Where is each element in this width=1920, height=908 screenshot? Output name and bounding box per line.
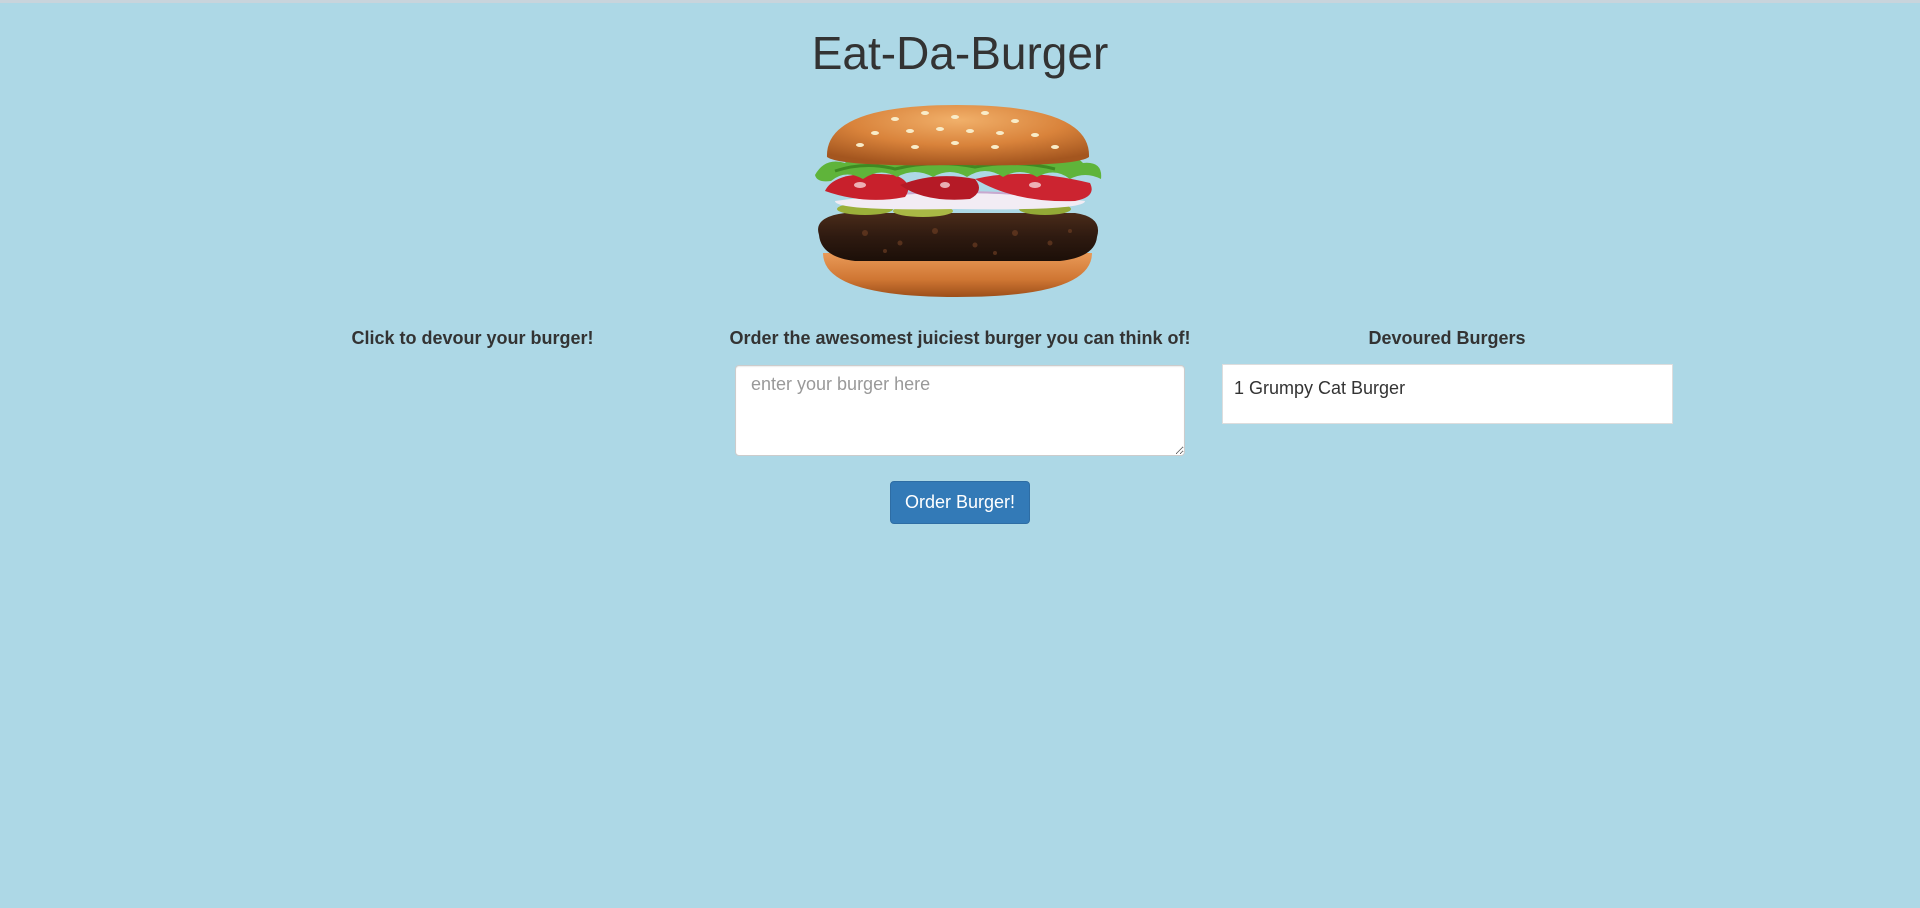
burger-name-input[interactable] xyxy=(735,365,1185,456)
devoured-heading: Devoured Burgers xyxy=(1368,328,1526,348)
order-heading: Order the awesomest juiciest burger you … xyxy=(729,328,1191,348)
undevoured-heading: Click to devour your burger! xyxy=(351,328,594,348)
burger-image xyxy=(805,105,1110,300)
browser-top-border xyxy=(0,0,1920,3)
order-burger-button[interactable]: Order Burger! xyxy=(890,481,1030,524)
page-title: Eat-Da-Burger xyxy=(811,27,1109,79)
devoured-burger-item: 1 Grumpy Cat Burger xyxy=(1234,378,1406,398)
devoured-burgers-list: 1 Grumpy Cat Burger xyxy=(1222,364,1673,424)
